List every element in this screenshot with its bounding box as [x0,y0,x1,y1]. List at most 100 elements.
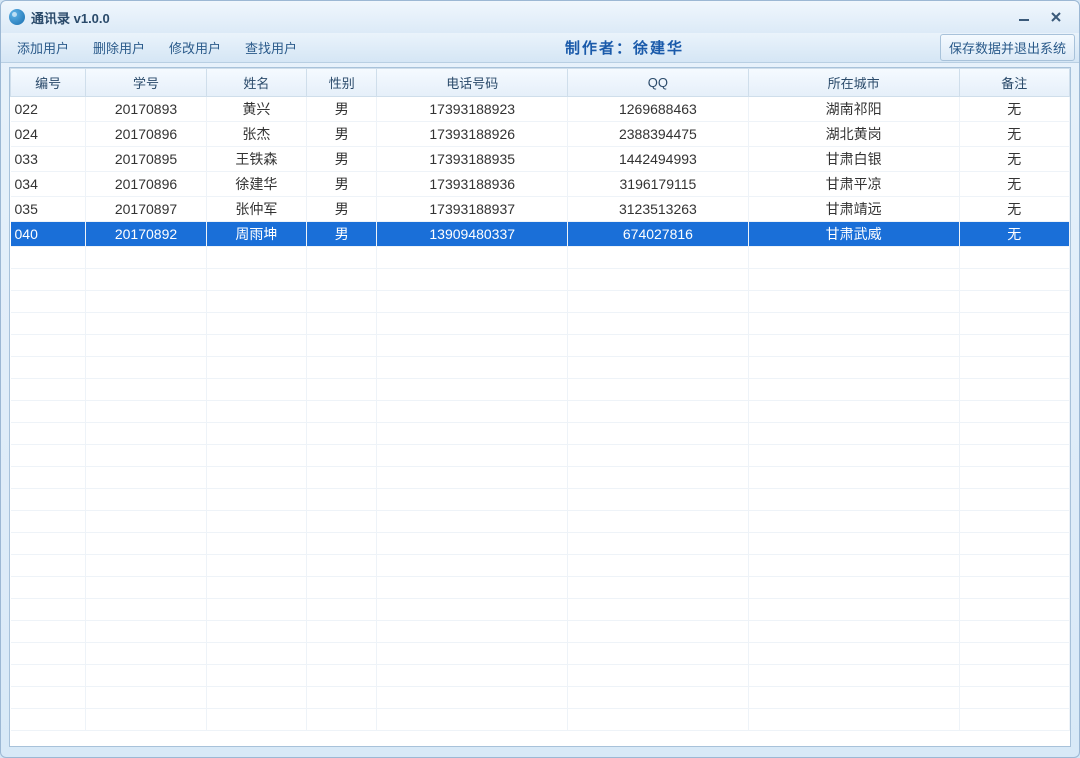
cell[interactable]: 张仲军 [206,197,306,222]
cell[interactable]: 3123513263 [568,197,749,222]
save-exit-button[interactable]: 保存数据并退出系统 [940,34,1075,61]
cell-empty [568,511,749,533]
cell[interactable]: 035 [11,197,86,222]
cell[interactable]: 1442494993 [568,147,749,172]
cell-empty [959,511,1069,533]
table-row[interactable] [11,643,1070,665]
table-row[interactable] [11,379,1070,401]
cell-empty [11,269,86,291]
cell[interactable]: 湖北黄岗 [748,122,959,147]
cell[interactable]: 20170892 [86,222,206,247]
cell[interactable]: 男 [307,222,377,247]
cell[interactable]: 040 [11,222,86,247]
cell[interactable]: 男 [307,197,377,222]
cell[interactable]: 17393188935 [377,147,568,172]
find-user-button[interactable]: 查找用户 [233,34,309,61]
col-header-gender[interactable]: 性别 [307,69,377,97]
table-row[interactable] [11,335,1070,357]
table-row[interactable] [11,357,1070,379]
cell[interactable]: 无 [959,122,1069,147]
table-row[interactable]: 02220170893黄兴男173931889231269688463湖南祁阳无 [11,97,1070,122]
table-row[interactable]: 02420170896张杰男173931889262388394475湖北黄岗无 [11,122,1070,147]
cell[interactable]: 20170893 [86,97,206,122]
table-row[interactable] [11,599,1070,621]
cell[interactable]: 黄兴 [206,97,306,122]
table-row[interactable] [11,467,1070,489]
cell[interactable]: 17393188937 [377,197,568,222]
table-row[interactable] [11,533,1070,555]
cell[interactable]: 3196179115 [568,172,749,197]
cell-empty [86,291,206,313]
table-row[interactable] [11,511,1070,533]
cell[interactable]: 男 [307,172,377,197]
close-button[interactable] [1047,8,1065,26]
cell[interactable]: 20170895 [86,147,206,172]
cell[interactable]: 022 [11,97,86,122]
table-row[interactable]: 03520170897张仲军男173931889373123513263甘肃靖远… [11,197,1070,222]
table-row[interactable] [11,445,1070,467]
table-row[interactable] [11,401,1070,423]
cell[interactable]: 1269688463 [568,97,749,122]
cell[interactable]: 674027816 [568,222,749,247]
cell[interactable]: 男 [307,147,377,172]
cell[interactable]: 17393188926 [377,122,568,147]
cell[interactable]: 024 [11,122,86,147]
cell[interactable]: 17393188923 [377,97,568,122]
cell[interactable]: 徐建华 [206,172,306,197]
cell[interactable]: 王铁森 [206,147,306,172]
cell[interactable]: 男 [307,97,377,122]
cell[interactable]: 20170896 [86,172,206,197]
cell[interactable]: 湖南祁阳 [748,97,959,122]
cell[interactable]: 034 [11,172,86,197]
table-row[interactable]: 03320170895王铁森男173931889351442494993甘肃白银… [11,147,1070,172]
col-header-name[interactable]: 姓名 [206,69,306,97]
table-row[interactable] [11,489,1070,511]
cell[interactable]: 男 [307,122,377,147]
col-header-phone[interactable]: 电话号码 [377,69,568,97]
table-row[interactable] [11,687,1070,709]
table-row[interactable] [11,709,1070,731]
table-row[interactable]: 03420170896徐建华男173931889363196179115甘肃平凉… [11,172,1070,197]
col-header-note[interactable]: 备注 [959,69,1069,97]
table-row[interactable] [11,423,1070,445]
cell[interactable]: 甘肃白银 [748,147,959,172]
table-row[interactable] [11,555,1070,577]
minimize-button[interactable] [1015,8,1033,26]
table-row[interactable] [11,621,1070,643]
titlebar[interactable]: 通讯录 v1.0.0 [1,1,1079,33]
col-header-sid[interactable]: 学号 [86,69,206,97]
cell[interactable]: 20170897 [86,197,206,222]
cell[interactable]: 20170896 [86,122,206,147]
cell[interactable]: 无 [959,222,1069,247]
cell[interactable]: 17393188936 [377,172,568,197]
cell[interactable]: 无 [959,97,1069,122]
table-row[interactable] [11,269,1070,291]
cell[interactable]: 甘肃武威 [748,222,959,247]
add-user-button[interactable]: 添加用户 [5,34,81,61]
table-row[interactable] [11,313,1070,335]
table-row[interactable] [11,291,1070,313]
cell[interactable]: 周雨坤 [206,222,306,247]
table-row[interactable] [11,247,1070,269]
table-row[interactable]: 04020170892周雨坤男13909480337674027816甘肃武威无 [11,222,1070,247]
cell[interactable]: 张杰 [206,122,306,147]
delete-user-button[interactable]: 删除用户 [81,34,157,61]
cell[interactable]: 甘肃靖远 [748,197,959,222]
cell[interactable]: 2388394475 [568,122,749,147]
table-row[interactable] [11,665,1070,687]
cell-empty [959,599,1069,621]
cell[interactable]: 甘肃平凉 [748,172,959,197]
cell-empty [568,445,749,467]
cell[interactable]: 13909480337 [377,222,568,247]
cell-empty [86,401,206,423]
col-header-city[interactable]: 所在城市 [748,69,959,97]
col-header-id[interactable]: 编号 [11,69,86,97]
modify-user-button[interactable]: 修改用户 [157,34,233,61]
cell[interactable]: 无 [959,172,1069,197]
cell[interactable]: 033 [11,147,86,172]
col-header-qq[interactable]: QQ [568,69,749,97]
table-area[interactable]: 编号 学号 姓名 性别 电话号码 QQ 所在城市 备注 02220170893黄… [9,67,1071,747]
cell[interactable]: 无 [959,147,1069,172]
cell[interactable]: 无 [959,197,1069,222]
table-row[interactable] [11,577,1070,599]
